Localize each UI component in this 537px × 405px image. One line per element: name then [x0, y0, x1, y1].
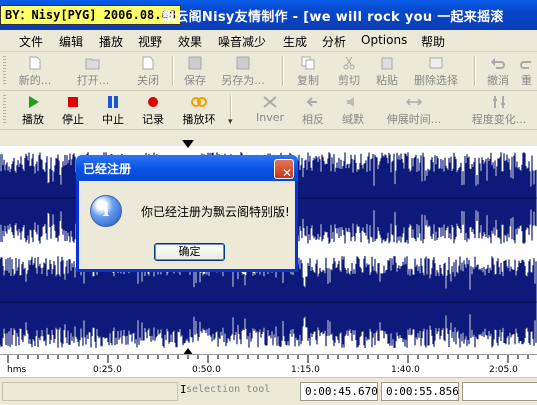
title-bar: BY：Nisy[PYG] 2006.08.08 飘云阁Nisy友情制作 - [w…: [0, 0, 537, 30]
open-folder-icon: [85, 58, 100, 70]
copy-button-label: 复制: [297, 74, 319, 87]
ruler-tick-label: 1:40.0: [391, 365, 420, 375]
mute-button-label: 缄默: [342, 113, 364, 126]
stretch-time-button-label: 伸展时间...: [386, 113, 442, 126]
record-icon: [148, 97, 158, 107]
pause-icon: [108, 96, 118, 108]
toolbar-overflow-chevron[interactable]: ▾: [228, 117, 233, 127]
transport-toolbar: 播放 停止 中止 记录 播放环 ▾ Inver 相反 缄默 伸展时间... 程度…: [0, 91, 537, 130]
mute-icon: [347, 97, 354, 107]
invert-icon: [263, 96, 277, 108]
ok-button[interactable]: 确定: [154, 243, 225, 261]
toolbar-grip[interactable]: [3, 56, 6, 86]
invert-button-label: Inver: [255, 111, 284, 124]
paste-button-label: 粘贴: [376, 74, 398, 87]
status-message-panel: [2, 382, 178, 401]
new-file-icon: [29, 56, 41, 70]
redo-button-label: 重: [521, 74, 532, 87]
edit-toolbar: 新的... 打开... 关闭 保存 另存为... 复制 剪切 粘贴 删除选择 撤…: [0, 52, 537, 91]
delete-selection-button[interactable]: 删除选择: [413, 54, 459, 88]
undo-button[interactable]: 撤消: [475, 54, 521, 88]
selection-length-field[interactable]: [462, 382, 537, 401]
time-ruler[interactable]: hms 0:25.0 0:50.0 1:15.0 1:40.0 2:05.0: [0, 354, 537, 377]
status-bar: I selection tool 0:00:45.670 0:00:55.856: [0, 377, 537, 405]
close-button[interactable]: 关闭: [125, 54, 171, 88]
level-change-button[interactable]: 程度变化...: [464, 93, 534, 127]
playhead-marker[interactable]: [182, 140, 194, 148]
ruler-ticks: [7, 355, 529, 363]
mute-button[interactable]: 缄默: [330, 93, 376, 127]
ruler-unit-label: hms: [7, 365, 27, 375]
stop-icon: [68, 97, 78, 107]
loop-play-button-label: 播放环: [182, 113, 216, 126]
close-button-label: 关闭: [137, 74, 159, 87]
menu-view[interactable]: 视野: [138, 33, 162, 50]
copy-button[interactable]: 复制: [285, 54, 331, 88]
window-title: 飘云阁Nisy友情制作 - [we will rock you 一起来摇滚: [162, 10, 504, 25]
registered-dialog: 已经注册 ✕ i 你已经注册为飘云阁特别版! 确定: [76, 155, 298, 272]
level-change-button-label: 程度变化...: [471, 113, 527, 126]
menu-play[interactable]: 播放: [99, 33, 123, 50]
close-icon: ✕: [282, 166, 293, 180]
save-as-button[interactable]: 另存为...: [220, 54, 266, 88]
menu-options[interactable]: Options: [361, 33, 407, 47]
copy-icon: [301, 56, 315, 70]
dialog-title-bar[interactable]: 已经注册 ✕: [76, 155, 298, 181]
cut-icon: [343, 56, 355, 70]
save-as-button-label: 另存为...: [221, 74, 265, 87]
play-icon: [29, 96, 39, 108]
selection-start-time[interactable]: 0:00:45.670: [300, 382, 378, 401]
dialog-title: 已经注册: [83, 162, 132, 176]
menu-generate[interactable]: 生成: [283, 33, 307, 50]
open-button[interactable]: 打开...: [70, 54, 116, 88]
redo-button[interactable]: 重: [516, 54, 537, 88]
level-icon: [493, 96, 505, 108]
open-button-label: 打开...: [76, 74, 110, 87]
menu-analyze[interactable]: 分析: [322, 33, 346, 50]
stretch-icon: [406, 98, 422, 106]
loop-play-button[interactable]: 播放环: [176, 93, 222, 127]
undo-button-label: 撤消: [487, 74, 509, 87]
menu-effects[interactable]: 效果: [178, 33, 202, 50]
save-as-icon: [236, 56, 250, 70]
stretch-time-button[interactable]: 伸展时间...: [385, 93, 443, 127]
toolbar-grip[interactable]: [3, 95, 6, 125]
information-icon: i: [90, 195, 122, 227]
ruler-tick-label: 2:05.0: [489, 365, 518, 375]
dialog-body: i 你已经注册为飘云阁特别版! 确定: [79, 181, 295, 269]
dialog-close-button[interactable]: ✕: [274, 159, 294, 180]
menu-bar: 文件 编辑 播放 视野 效果 噪音减少 生成 分析 Options 帮助: [0, 30, 537, 52]
dialog-message: 你已经注册为飘云阁特别版!: [141, 205, 290, 219]
status-tool: selection tool: [186, 384, 271, 395]
new-button-label: 新的...: [18, 74, 52, 87]
new-button[interactable]: 新的...: [12, 54, 58, 88]
menu-edit[interactable]: 编辑: [59, 33, 83, 50]
ruler-tick-label: 1:15.0: [291, 365, 320, 375]
menu-help[interactable]: 帮助: [421, 33, 445, 50]
ruler-tick-label: 0:50.0: [192, 365, 221, 375]
record-button-label: 记录: [142, 113, 164, 126]
loop-icon: [191, 97, 207, 107]
paste-button[interactable]: 粘贴: [364, 54, 410, 88]
record-button[interactable]: 记录: [130, 93, 176, 127]
menu-file[interactable]: 文件: [19, 33, 43, 50]
close-file-icon: [142, 56, 154, 70]
menu-noise-reduction[interactable]: 噪音减少: [218, 33, 266, 50]
selection-end-time[interactable]: 0:00:55.856: [381, 382, 459, 401]
redo-icon: [519, 61, 531, 69]
invert-button[interactable]: Inver: [247, 93, 293, 127]
delete-selection-icon: [429, 57, 443, 69]
save-button[interactable]: 保存: [172, 54, 218, 88]
delete-selection-button-label: 删除选择: [414, 74, 458, 87]
toolbar-separator: [282, 56, 284, 86]
ruler-tick-label: 0:25.0: [93, 365, 122, 375]
undo-icon: [491, 58, 505, 69]
save-button-label: 保存: [184, 74, 206, 87]
save-icon: [188, 56, 202, 70]
reverse-icon: [306, 97, 317, 107]
paste-icon: [381, 57, 393, 70]
watermark-badge: BY：Nisy[PYG] 2006.08.08: [0, 5, 181, 25]
